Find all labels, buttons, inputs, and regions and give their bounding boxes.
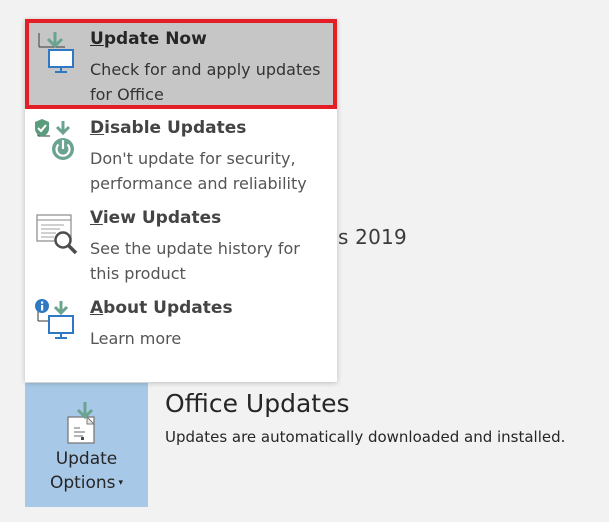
menu-item-title: About Updates	[90, 298, 233, 318]
menu-item-about-updates[interactable]: About Updates Learn more	[25, 289, 337, 379]
menu-item-title-rest: isable Updates	[104, 118, 247, 138]
view-updates-icon	[36, 214, 78, 255]
update-now-icon	[38, 32, 74, 73]
menu-item-title-rest: iew Updates	[102, 208, 222, 228]
office-updates-title: Office Updates	[165, 389, 350, 418]
mnemonic-letter: A	[90, 298, 104, 318]
menu-item-title-rest: bout Updates	[103, 298, 233, 318]
mnemonic-letter: U	[90, 29, 104, 49]
menu-item-description: Learn more	[90, 329, 182, 348]
update-options-icon	[67, 402, 96, 444]
menu-item-description: Don't update for security, performance a…	[90, 149, 307, 193]
chevron-down-icon: ▾	[118, 478, 124, 488]
update-options-label-line2-wrap: Options ▾	[25, 471, 148, 495]
mnemonic-letter: V	[90, 208, 103, 228]
mnemonic-letter: D	[90, 118, 105, 138]
menu-item-view-updates[interactable]: View Updates See the update history for …	[25, 199, 337, 289]
office-updates-description: Updates are automatically downloaded and…	[165, 428, 566, 446]
update-options-label: Update Options ▾	[25, 447, 148, 495]
menu-item-disable-updates[interactable]: Disable Updates Don't update for securit…	[25, 109, 337, 199]
menu-item-title: Disable Updates	[90, 118, 246, 138]
update-options-button[interactable]: Update Options ▾	[25, 383, 148, 507]
menu-item-title: View Updates	[90, 208, 221, 228]
product-name-text: s 2019	[338, 225, 407, 249]
menu-item-description: See the update history for this product	[90, 239, 300, 283]
menu-item-title: Update Now	[90, 29, 207, 49]
update-options-label-line1: Update	[55, 449, 118, 469]
update-options-menu: Update Now Check for and apply updates f…	[25, 19, 337, 382]
menu-item-title-rest: pdate Now	[103, 29, 207, 49]
about-updates-icon	[35, 299, 74, 339]
update-options-label-line2: Options	[49, 473, 116, 493]
menu-item-update-now[interactable]: Update Now Check for and apply updates f…	[25, 19, 337, 109]
menu-item-description: Check for and apply updates for Office	[90, 60, 321, 104]
disable-updates-icon	[35, 119, 74, 160]
